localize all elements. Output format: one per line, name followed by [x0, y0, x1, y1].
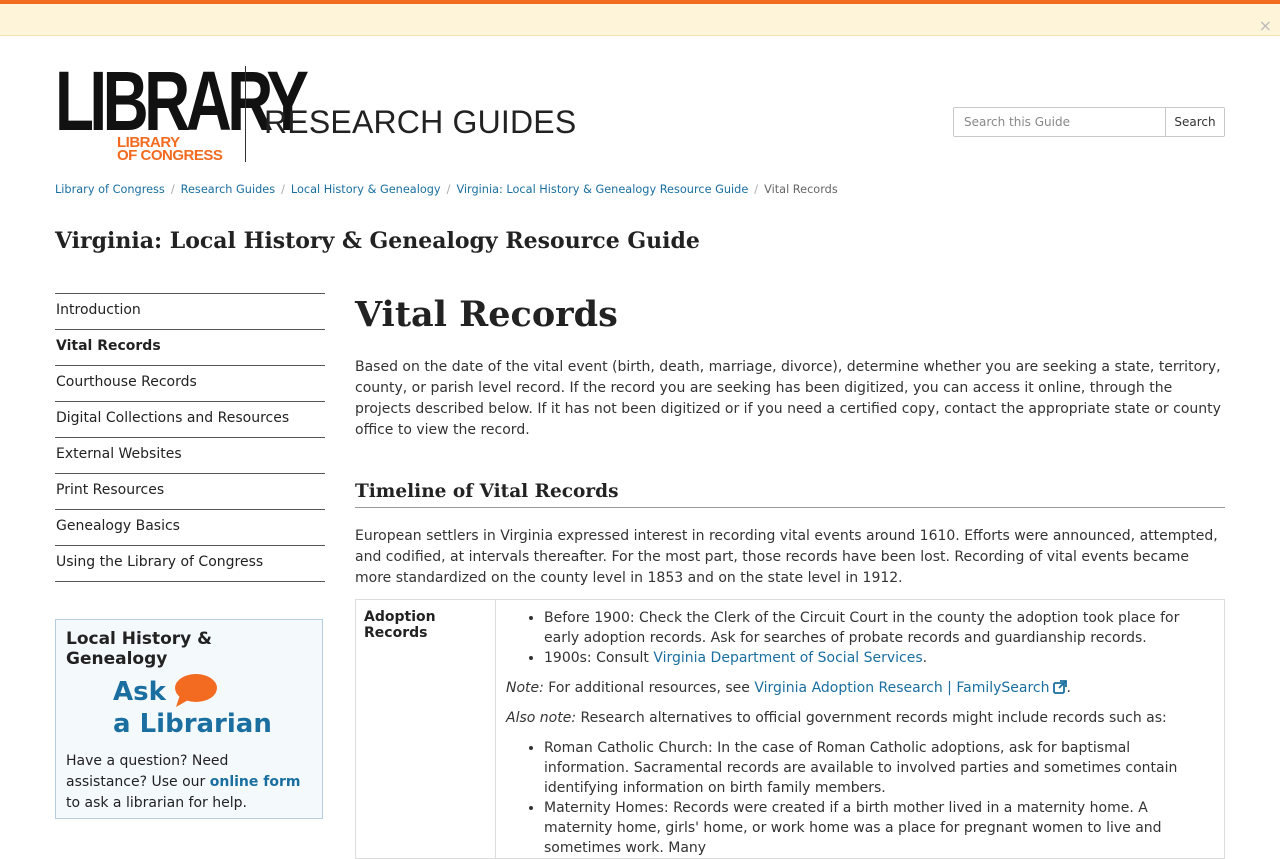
section-heading: Timeline of Vital Records: [355, 481, 1225, 508]
list-item: Roman Catholic Church: In the case of Ro…: [544, 738, 1214, 798]
breadcrumb-separator: /: [170, 183, 175, 196]
intro-paragraph: Based on the date of the vital event (bi…: [355, 359, 1221, 438]
search-button[interactable]: Search: [1165, 108, 1224, 136]
familysearch-link[interactable]: Virginia Adoption Research | FamilySearc…: [754, 680, 1067, 696]
askbox-text: Have a question? Need assistance? Use ou…: [66, 751, 312, 814]
breadcrumb-separator: /: [281, 183, 285, 196]
familysearch-link-text: Virginia Adoption Research | FamilySearc…: [754, 680, 1050, 696]
logo-subtitle-line2: OF CONGRESS: [117, 147, 223, 164]
breadcrumb-library-of-congress[interactable]: Library of Congress: [55, 183, 165, 196]
list-item-text: 1900s: Consult: [544, 650, 654, 666]
logo-divider: [245, 66, 246, 162]
list-item: Before 1900: Check the Clerk of the Circ…: [544, 608, 1214, 648]
timeline-paragraph: European settlers in Virginia expressed …: [355, 528, 1218, 586]
library-logo[interactable]: LIBRARY LIBRARY OF CONGRESS: [55, 54, 309, 164]
search-input[interactable]: [954, 108, 1165, 136]
also-note-paragraph: Also note: Research alternatives to offi…: [506, 708, 1214, 728]
note-text: For additional resources, see: [543, 680, 755, 696]
external-link-icon: [1052, 680, 1067, 694]
askbox-text-before: Have a question? Need assistance? Use ou…: [66, 753, 229, 790]
sidebar-item-print-resources[interactable]: Print Resources: [55, 474, 325, 510]
sidebar-item-using-loc[interactable]: Using the Library of Congress: [55, 546, 325, 582]
logo-wordmark: LIBRARY: [55, 54, 309, 148]
list-item-text: .: [922, 650, 928, 666]
ask-a-librarian-box: Local History & Genealogy Ask a Libraria…: [55, 619, 323, 819]
ask-logo-line1: Ask: [113, 677, 166, 707]
logo-subtitle: LIBRARY OF CONGRESS: [117, 135, 223, 164]
sidebar-item-vital-records[interactable]: Vital Records: [55, 330, 325, 366]
breadcrumb-local-history[interactable]: Local History & Genealogy: [291, 183, 441, 196]
online-form-link[interactable]: online form: [210, 774, 301, 790]
note-label: Note:: [506, 680, 544, 696]
breadcrumb-research-guides[interactable]: Research Guides: [181, 183, 275, 196]
social-services-link[interactable]: Virginia Department of Social Services: [653, 650, 922, 666]
breadcrumb-separator: /: [754, 183, 759, 196]
sidebar-item-digital-collections[interactable]: Digital Collections and Resources: [55, 402, 325, 438]
breadcrumb-current: Vital Records: [764, 183, 838, 196]
note-after: .: [1066, 680, 1071, 696]
askbox-title: Local History & Genealogy: [66, 629, 212, 669]
adoption-list: Before 1900: Check the Clerk of the Circ…: [506, 608, 1214, 668]
askbox-text-after: to ask a librarian for help.: [66, 795, 247, 811]
table-row-header: Adoption Records: [356, 600, 496, 858]
list-item: Maternity Homes: Records were created if…: [544, 798, 1214, 858]
ask-a-librarian-logo[interactable]: Ask a Librarian: [66, 674, 312, 747]
breadcrumb-separator: /: [446, 183, 451, 196]
search-form: Search: [953, 107, 1225, 137]
breadcrumb: Library of Congress / Research Guides / Loca…: [55, 183, 838, 196]
note-paragraph: Note: For additional resources, see Virg…: [506, 678, 1214, 698]
site-title[interactable]: RESEARCH GUIDES: [264, 104, 576, 141]
list-item-text: Before 1900: Check the Clerk of the Circ…: [544, 610, 1180, 646]
main-content: Vital Records Based on the date of the v…: [355, 292, 1225, 859]
vital-records-table: Adoption Records Before 1900: Check the …: [355, 599, 1225, 859]
sidebar-item-genealogy-basics[interactable]: Genealogy Basics: [55, 510, 325, 546]
ask-logo-line2: a Librarian: [113, 709, 272, 739]
sidebar-item-introduction[interactable]: Introduction: [55, 294, 325, 330]
also-note-label: Also note:: [506, 710, 577, 726]
guide-navigation: Introduction Vital Records Courthouse Re…: [55, 293, 325, 582]
sidebar-item-external-websites[interactable]: External Websites: [55, 438, 325, 474]
sidebar-item-courthouse-records[interactable]: Courthouse Records: [55, 366, 325, 402]
page-title: Vital Records: [355, 294, 618, 335]
table-cell: Before 1900: Check the Clerk of the Circ…: [496, 600, 1224, 858]
breadcrumb-virginia-guide[interactable]: Virginia: Local History & Genealogy Reso…: [456, 183, 748, 196]
alternatives-list: Roman Catholic Church: In the case of Ro…: [506, 738, 1214, 858]
also-note-text: Research alternatives to official govern…: [576, 710, 1167, 726]
alert-bar: ×: [0, 4, 1280, 36]
list-item: 1900s: Consult Virginia Department of So…: [544, 648, 1214, 668]
guide-title: Virginia: Local History & Genealogy Reso…: [55, 228, 700, 254]
close-icon[interactable]: ×: [1259, 18, 1272, 34]
speech-bubble-icon: [175, 674, 217, 707]
